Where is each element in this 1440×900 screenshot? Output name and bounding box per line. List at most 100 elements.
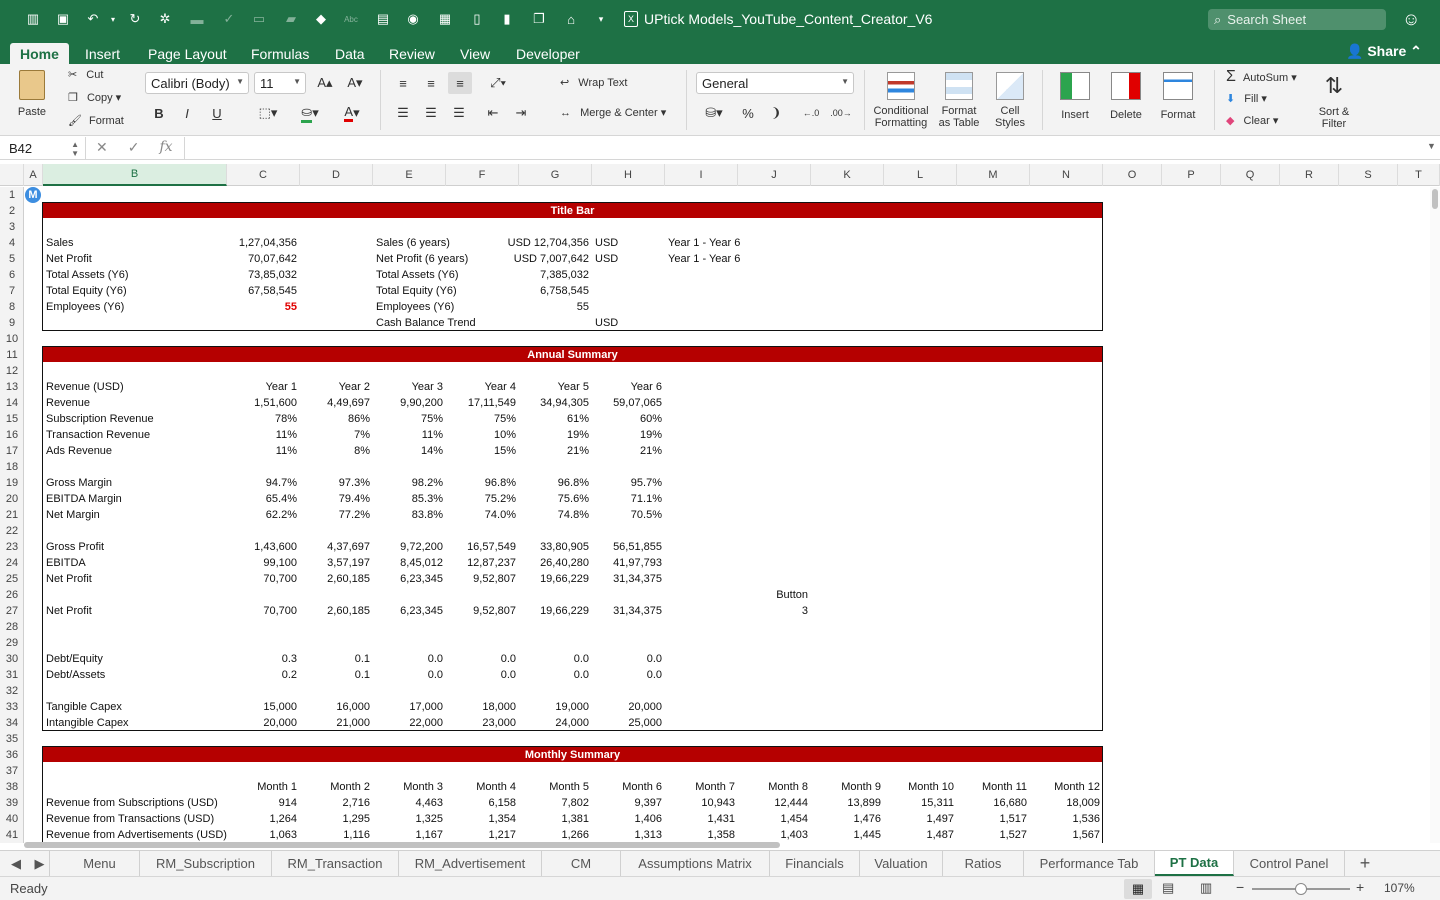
align-right-icon[interactable]: ☰ [448,102,470,124]
scroll-tabs-left-icon[interactable]: ◀ [6,851,26,876]
document-icon[interactable]: ▤ [374,10,392,28]
annual-value[interactable]: 0.0 [449,667,516,683]
zoom-level[interactable]: 107% [1384,881,1415,895]
annual-row-label[interactable]: Net Margin [46,507,224,523]
annual-row-label[interactable]: Gross Margin [46,475,224,491]
annual-value[interactable]: 9,72,200 [376,539,443,555]
monthly-value[interactable]: 1,063 [230,827,297,843]
overview-value[interactable]: 6,758,545 [522,283,589,299]
italic-button[interactable]: I [176,102,198,124]
overview-value[interactable]: 67,58,545 [230,283,297,299]
overview-unit[interactable] [595,299,662,315]
annual-value[interactable]: 11% [376,427,443,443]
overview-value[interactable]: 55 [230,299,297,315]
annual-value[interactable]: 0.0 [595,667,662,683]
annual-value[interactable]: 60% [595,411,662,427]
customize-toolbar-icon[interactable]: ▾ [592,10,610,28]
annual-value[interactable]: 79.4% [303,491,370,507]
overview-label[interactable]: Sales [46,235,224,251]
row-number[interactable]: 26 [0,587,24,603]
copy-button[interactable]: ❐ Copy ▾ [68,91,121,104]
overview-label[interactable]: Net Profit (6 years) [376,251,516,267]
spelling-icon[interactable]: Abc [342,10,360,28]
overview-value[interactable]: USD 7,007,642 [514,251,589,267]
annual-value[interactable]: 7% [303,427,370,443]
column-header-r[interactable]: R [1280,164,1339,186]
annual-row-label[interactable]: Debt/Assets [46,667,224,683]
zoom-slider-handle[interactable] [1295,883,1307,895]
annual-value[interactable]: Year 1 [230,379,297,395]
annual-value[interactable]: 62.2% [230,507,297,523]
annual-value[interactable]: 16,57,549 [449,539,516,555]
column-header-c[interactable]: C [227,164,300,186]
annual-value[interactable]: 0.1 [303,651,370,667]
monthly-value[interactable]: 1,403 [741,827,808,843]
annual-value[interactable]: 70,700 [230,603,297,619]
annual-value[interactable]: 8% [303,443,370,459]
overview-period[interactable] [668,299,808,315]
overview-label[interactable]: Cash Balance Trend [376,315,516,331]
column-header-q[interactable]: Q [1221,164,1280,186]
search-input[interactable]: ⌕ Search Sheet [1208,9,1386,30]
annual-value[interactable]: 8,45,012 [376,555,443,571]
tab-review[interactable]: Review [379,43,445,64]
overview-period[interactable]: Year 1 - Year 6 [668,235,808,251]
sidebar-toggle-icon[interactable]: ▥ [24,10,42,28]
column-header-f[interactable]: F [446,164,519,186]
row-number[interactable]: 40 [0,811,24,827]
annual-value[interactable]: 0.0 [522,667,589,683]
monthly-value[interactable]: 1,454 [741,811,808,827]
expand-formula-bar-icon[interactable]: ▼ [1427,141,1436,151]
annual-value[interactable]: 11% [230,443,297,459]
month-header[interactable]: Month 4 [449,779,516,795]
row-number[interactable]: 38 [0,779,24,795]
row-number[interactable]: 23 [0,539,24,555]
monthly-value[interactable]: 6,158 [449,795,516,811]
overview-value[interactable]: 1,27,04,356 [230,235,297,251]
annual-value[interactable]: 3,57,197 [303,555,370,571]
annual-row-label[interactable]: Gross Profit [46,539,224,555]
sheet-tab[interactable]: RM_Transaction [272,851,399,876]
table-icon[interactable]: ▮ [498,10,516,28]
column-header-s[interactable]: S [1339,164,1398,186]
overview-label[interactable]: Employees (Y6) [46,299,224,315]
spreadsheet-grid[interactable]: M Title Bar Annual Summary Monthly Summa… [25,187,1430,843]
row-number[interactable]: 12 [0,363,24,379]
annual-value[interactable]: 56,51,855 [595,539,662,555]
tab-view[interactable]: View [450,43,500,64]
monthly-value[interactable]: 1,167 [376,827,443,843]
undo-dropdown-icon[interactable]: ▾ [104,10,122,28]
row-number[interactable]: 3 [0,219,24,235]
accounting-format-icon[interactable]: ⛁▾ [696,102,732,124]
select-all-corner[interactable] [0,164,24,186]
merge-center-button[interactable]: ↔ Merge & Center ▾ [560,106,666,119]
tab-formulas[interactable]: Formulas [241,43,319,64]
annual-row-label[interactable]: EBITDA [46,555,224,571]
sheet-tab[interactable]: PT Data [1155,851,1234,876]
orientation-icon[interactable]: ⤢▾ [482,72,514,94]
sheet-tab[interactable]: CM [542,851,621,876]
fx-icon[interactable]: fx [159,139,172,156]
overview-label[interactable]: Total Equity (Y6) [376,283,516,299]
align-bottom-icon[interactable]: ≡ [448,72,472,94]
page-icon[interactable]: ▯ [468,10,486,28]
horizontal-scroll-thumb[interactable] [24,842,780,848]
conditional-formatting-button[interactable]: Conditional Formatting [870,72,932,129]
annual-value[interactable]: 9,52,807 [449,603,516,619]
row-number[interactable]: 7 [0,283,24,299]
scroll-tabs-right-icon[interactable]: ▶ [30,851,50,876]
annual-value[interactable]: 74.0% [449,507,516,523]
row-number[interactable]: 24 [0,555,24,571]
annual-value[interactable]: 70,700 [230,571,297,587]
row-number[interactable]: 11 [0,347,24,363]
overview-period[interactable] [668,283,808,299]
annual-value[interactable]: 20,000 [595,699,662,715]
row-number[interactable]: 39 [0,795,24,811]
overview-unit[interactable]: USD [595,315,662,331]
align-middle-icon[interactable]: ≡ [420,72,442,94]
column-header-p[interactable]: P [1162,164,1221,186]
annual-value[interactable]: Year 3 [376,379,443,395]
row-number[interactable]: 30 [0,651,24,667]
annual-row-label[interactable]: Revenue [46,395,224,411]
page-break-view-icon[interactable]: ▥ [1200,880,1212,896]
